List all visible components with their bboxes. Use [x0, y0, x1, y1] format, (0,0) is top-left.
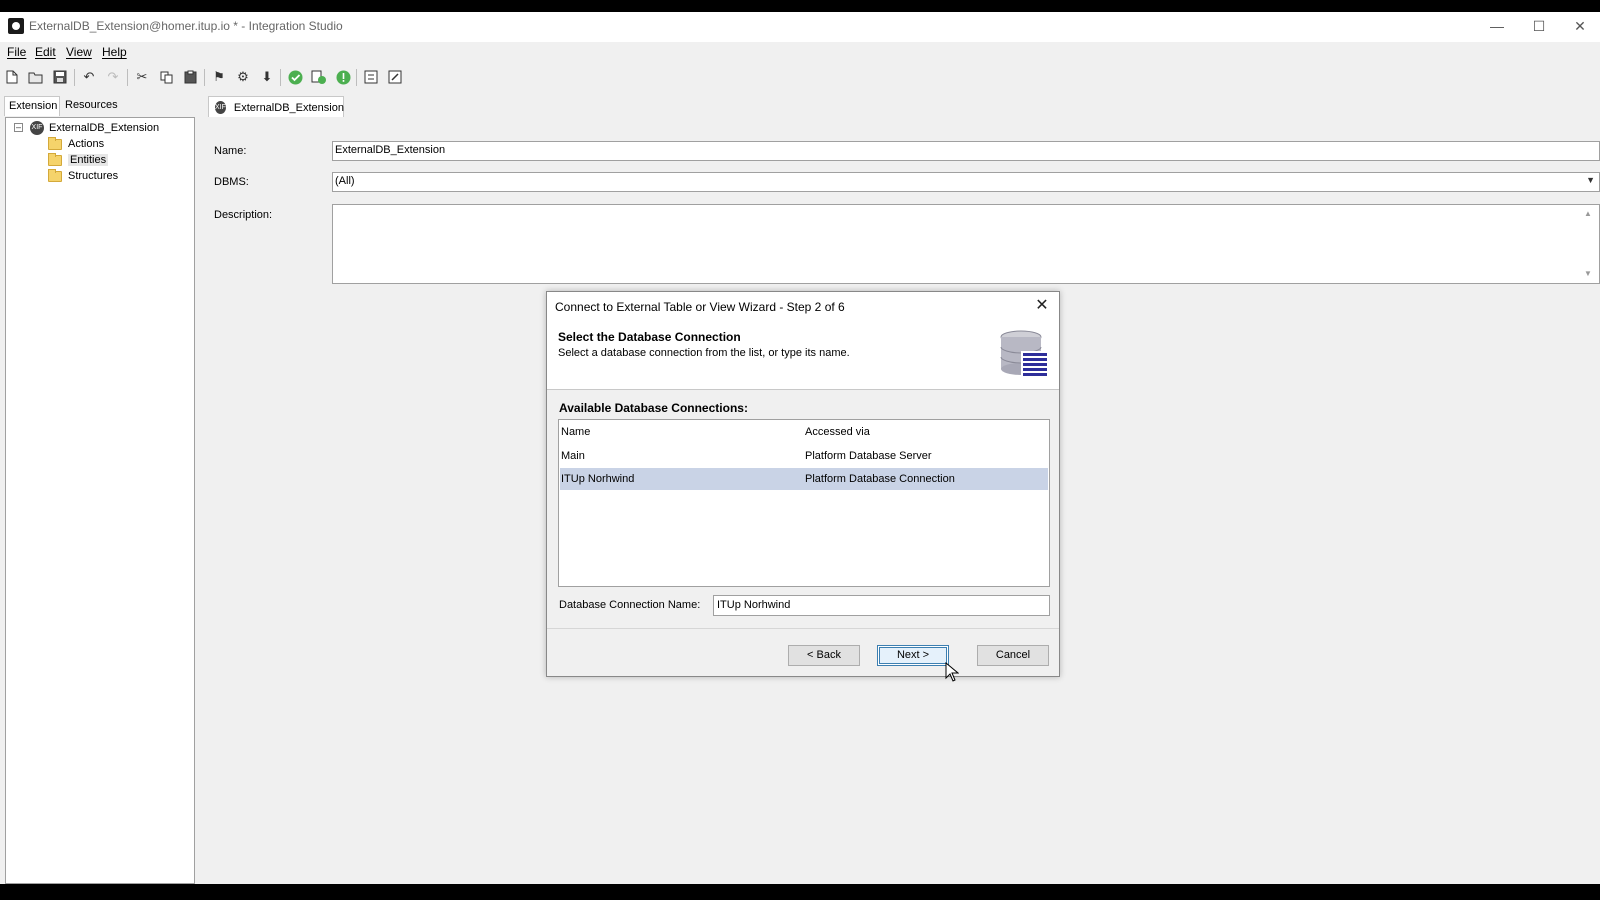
tree-item-structures[interactable]: Structures [48, 168, 118, 184]
paste-icon[interactable] [181, 68, 199, 86]
tree-item-label: Entities [68, 154, 109, 166]
wizard-dialog: Connect to External Table or View Wizard… [546, 291, 1060, 677]
screen-bottom-edge [0, 884, 1600, 900]
connections-list: Name Accessed via Main Platform Database… [558, 419, 1050, 587]
menu-bar: File Edit View Help [0, 42, 1600, 62]
dbms-select[interactable]: (All) ▼ [332, 172, 1600, 192]
folder-icon [48, 152, 62, 166]
copy-icon[interactable] [157, 68, 175, 86]
list-item[interactable]: Main Platform Database Server [560, 445, 1048, 467]
app-window: ExternalDB_Extension@homer.itup.io * - I… [0, 12, 1600, 884]
extension-icon: XIF [215, 101, 226, 114]
toolbar-separator [74, 69, 75, 86]
dialog-header: Connect to External Table or View Wizard… [547, 292, 1059, 390]
verify-icon[interactable] [286, 68, 304, 86]
maximize-icon[interactable]: ☐ [1516, 12, 1562, 42]
window-title: ExternalDB_Extension@homer.itup.io * - I… [29, 19, 343, 33]
connection-accessed-via: Platform Database Server [805, 450, 932, 462]
connection-name-label: Database Connection Name: [559, 599, 701, 611]
chevron-down-icon: ▼ [1586, 175, 1595, 185]
open-folder-icon[interactable] [27, 68, 45, 86]
cut-icon[interactable]: ✂ [133, 68, 151, 86]
connection-name-input[interactable]: ITUp Norhwind [713, 595, 1050, 616]
connection-name: Main [561, 450, 585, 462]
name-field[interactable]: ExternalDB_Extension [332, 141, 1600, 161]
folder-icon [48, 168, 62, 182]
tree-root-label: ExternalDB_Extension [49, 122, 160, 134]
dialog-subheading: Select a database connection from the li… [558, 347, 850, 359]
scroll-down-icon[interactable]: ▼ [1584, 269, 1596, 278]
tree-root[interactable]: XIF ExternalDB_Extension [30, 120, 159, 136]
editor-tab[interactable]: XIF ExternalDB_Extension [208, 96, 344, 118]
cancel-button[interactable]: Cancel [977, 645, 1049, 666]
mouse-cursor-icon [945, 662, 959, 682]
tree-item-label: Actions [68, 138, 105, 150]
tab-resources[interactable]: Resources [61, 96, 122, 116]
menu-view[interactable]: View [66, 45, 92, 59]
save-icon[interactable] [51, 68, 69, 86]
screen-top-edge [0, 0, 1600, 12]
info-icon[interactable] [334, 68, 352, 86]
publish-icon[interactable] [310, 68, 328, 86]
close-icon[interactable]: ✕ [1560, 12, 1600, 42]
extension-tree: – XIF ExternalDB_Extension Actions Entit… [5, 117, 195, 884]
toolbar-separator [356, 69, 357, 86]
new-file-icon[interactable] [3, 68, 21, 86]
connection-name: ITUp Norhwind [561, 473, 635, 485]
menu-help[interactable]: Help [102, 45, 127, 59]
name-label: Name: [214, 145, 247, 157]
connection-accessed-via: Platform Database Connection [805, 473, 955, 485]
extension-icon: XIF [30, 121, 44, 135]
tree-item-actions[interactable]: Actions [48, 136, 104, 152]
app-logo-icon [8, 18, 24, 34]
back-button[interactable]: < Back [788, 645, 860, 666]
column-header-accessed-via[interactable]: Accessed via [805, 426, 870, 438]
settings-icon[interactable]: ⚙ [234, 68, 252, 86]
refresh-icon[interactable] [362, 68, 380, 86]
toolbar-separator [204, 69, 205, 86]
editor-tab-label: ExternalDB_Extension [233, 101, 344, 114]
database-icon [1000, 330, 1047, 377]
scroll-up-icon[interactable]: ▲ [1584, 209, 1596, 218]
minimize-icon[interactable]: — [1474, 12, 1520, 42]
tab-extension[interactable]: Extension [4, 96, 60, 116]
tree-item-label: Structures [68, 170, 119, 182]
menu-edit[interactable]: Edit [35, 45, 56, 59]
list-header-row: Name Accessed via [560, 421, 1048, 443]
toolbar-separator [280, 69, 281, 86]
next-button[interactable]: Next > [877, 645, 949, 666]
dialog-divider [547, 628, 1059, 629]
dbms-select-value: (All) [335, 175, 355, 187]
column-header-name[interactable]: Name [561, 426, 590, 438]
close-icon[interactable]: ✕ [1031, 295, 1053, 317]
flag-icon[interactable]: ⚑ [210, 68, 228, 86]
description-label: Description: [214, 209, 273, 221]
list-item[interactable]: ITUp Norhwind Platform Database Connecti… [560, 468, 1048, 490]
tree-item-entities[interactable]: Entities [48, 152, 109, 168]
dbms-label: DBMS: [214, 176, 249, 188]
menu-file[interactable]: File [7, 45, 26, 59]
redo-icon[interactable]: ↷ [104, 68, 122, 86]
toolbar-separator [127, 69, 128, 86]
import-icon[interactable]: ⬇ [258, 68, 276, 86]
folder-icon [48, 136, 62, 150]
toolbar: ↶ ↷ ✂ ⚑ ⚙ ⬇ [0, 64, 1600, 90]
dialog-heading: Select the Database Connection [558, 330, 741, 344]
undo-icon[interactable]: ↶ [80, 68, 98, 86]
title-bar: ExternalDB_Extension@homer.itup.io * - I… [0, 12, 1600, 42]
description-field[interactable] [332, 204, 1600, 284]
collapse-icon[interactable]: – [14, 123, 23, 132]
edit-icon[interactable] [386, 68, 404, 86]
connections-list-label: Available Database Connections: [559, 401, 748, 415]
dialog-title: Connect to External Table or View Wizard… [555, 300, 845, 314]
